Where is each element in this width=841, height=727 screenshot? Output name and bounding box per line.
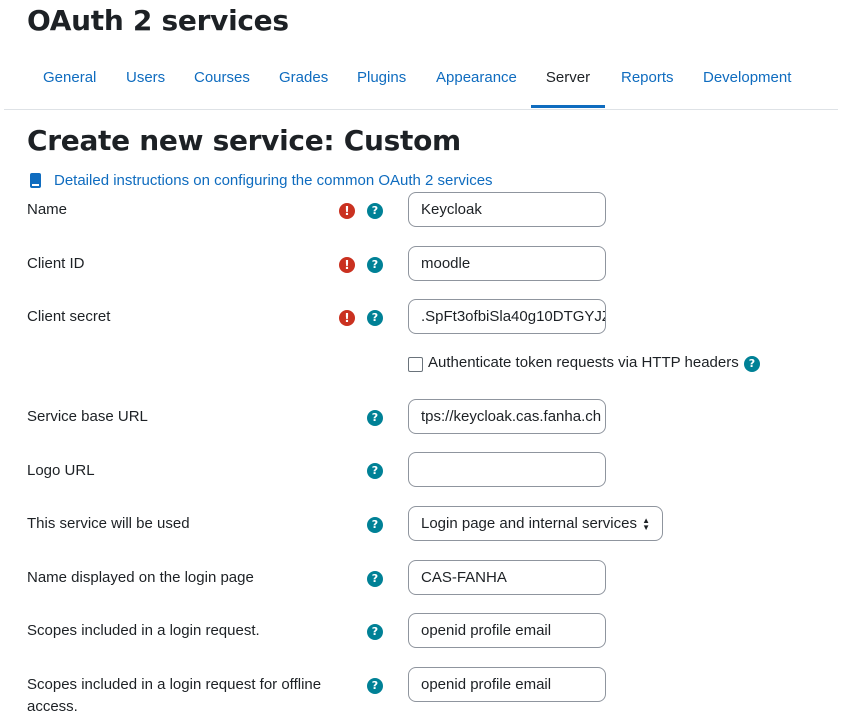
logo-url-input[interactable] xyxy=(408,452,606,487)
tab-general[interactable]: General xyxy=(43,56,96,108)
offline-scopes-label: Scopes included in a login request for o… xyxy=(27,676,322,693)
tab-appearance[interactable]: Appearance xyxy=(436,56,517,108)
name-label: Name xyxy=(27,201,68,218)
help-icon[interactable]: ? xyxy=(367,517,383,533)
usage-select[interactable]: Login page and internal services ▲ ▼ xyxy=(408,506,663,541)
help-icon[interactable]: ? xyxy=(367,463,383,479)
base-url-label: Service base URL xyxy=(27,408,148,425)
form-title: Create new service: Custom xyxy=(27,124,461,157)
help-icon[interactable]: ? xyxy=(367,310,383,326)
help-icon[interactable]: ? xyxy=(367,571,383,587)
tab-reports[interactable]: Reports xyxy=(621,56,674,108)
offline-scopes-label-cont: access. xyxy=(27,698,78,715)
help-icon[interactable]: ? xyxy=(367,624,383,640)
login-name-label: Name displayed on the login page xyxy=(27,569,254,586)
logo-url-label: Logo URL xyxy=(27,462,95,479)
help-icon[interactable]: ? xyxy=(367,410,383,426)
tab-grades[interactable]: Grades xyxy=(279,56,328,108)
book-icon xyxy=(30,173,41,188)
login-name-input[interactable]: CAS-FANHA xyxy=(408,560,606,595)
required-icon: ! xyxy=(339,310,355,326)
docs-link-text[interactable]: Detailed instructions on configuring the… xyxy=(54,172,493,189)
usage-label: This service will be used xyxy=(27,515,190,532)
tab-courses[interactable]: Courses xyxy=(194,56,250,108)
tab-plugins[interactable]: Plugins xyxy=(357,56,406,108)
base-url-input[interactable]: tps://keycloak.cas.fanha.ch xyxy=(408,399,606,434)
tab-users[interactable]: Users xyxy=(126,56,165,108)
auth-headers-label[interactable]: Authenticate token requests via HTTP hea… xyxy=(428,354,739,371)
client-id-input[interactable]: moodle xyxy=(408,246,606,281)
auth-headers-checkbox[interactable] xyxy=(408,357,423,372)
help-icon[interactable]: ? xyxy=(367,678,383,694)
offline-scopes-input[interactable]: openid profile email xyxy=(408,667,606,702)
page-title: OAuth 2 services xyxy=(27,4,289,37)
required-icon: ! xyxy=(339,257,355,273)
login-scopes-input[interactable]: openid profile email xyxy=(408,613,606,648)
client-id-label: Client ID xyxy=(27,255,85,272)
tab-development[interactable]: Development xyxy=(703,56,791,108)
tab-server[interactable]: Server xyxy=(531,56,605,108)
required-icon: ! xyxy=(339,203,355,219)
login-scopes-label: Scopes included in a login request. xyxy=(27,622,260,639)
usage-select-value: Login page and internal services xyxy=(421,515,637,532)
help-icon[interactable]: ? xyxy=(744,356,760,372)
help-icon[interactable]: ? xyxy=(367,203,383,219)
client-secret-label: Client secret xyxy=(27,308,111,325)
client-secret-input[interactable]: .SpFt3ofbiSla40g10DTGYJZ xyxy=(408,299,606,334)
help-icon[interactable]: ? xyxy=(367,257,383,273)
admin-tabs: General Users Courses Grades Plugins App… xyxy=(4,56,838,110)
up-down-arrows-icon: ▲ ▼ xyxy=(642,516,650,532)
name-input[interactable]: Keycloak xyxy=(408,192,606,227)
